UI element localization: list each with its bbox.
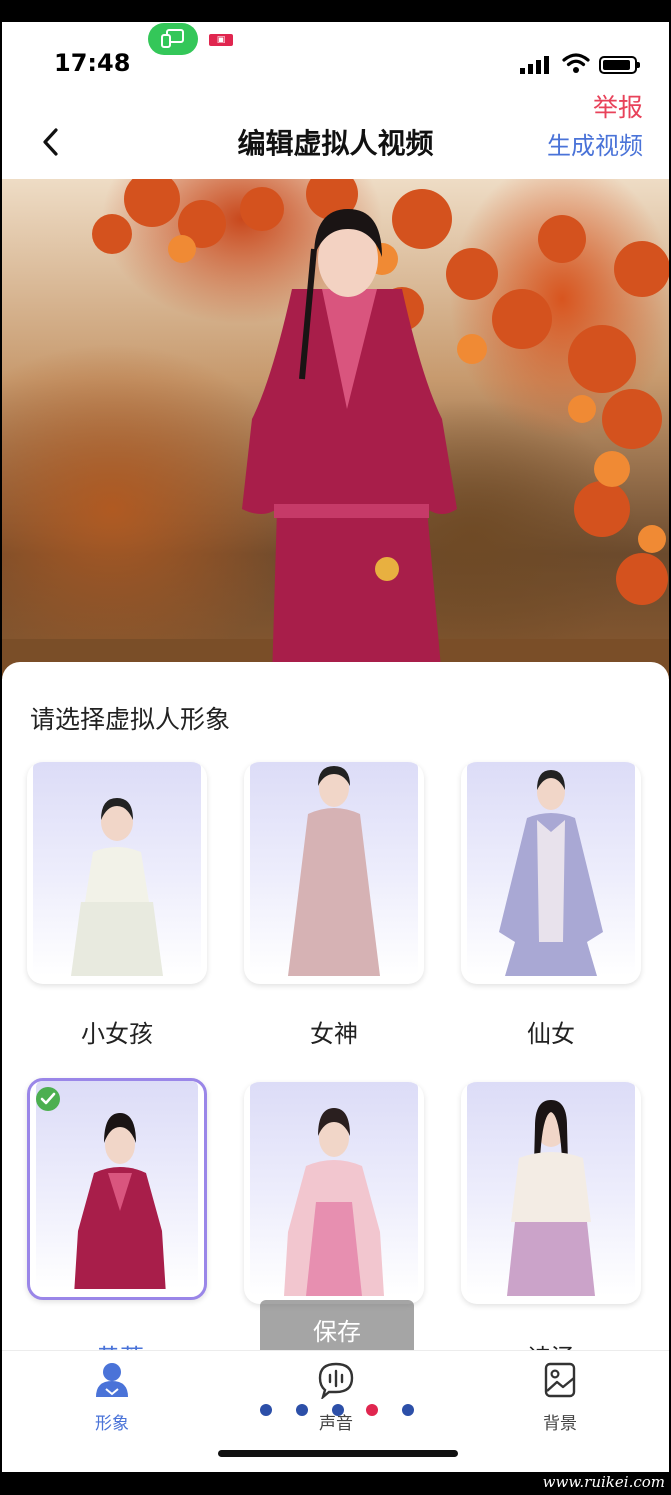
home-indicator[interactable] <box>218 1450 458 1457</box>
avatar-thumbnail <box>467 1082 635 1296</box>
wifi-icon <box>562 53 590 73</box>
screen-cast-icon <box>161 29 184 48</box>
screen-cast-indicator[interactable] <box>148 23 198 55</box>
report-link[interactable]: 举报 <box>593 88 643 124</box>
watermark: www.ruikei.com <box>542 1473 665 1491</box>
tab-label: 形象 <box>95 1414 129 1434</box>
page-dot[interactable] <box>260 1404 272 1416</box>
avatar-card-little-girl[interactable] <box>27 762 207 984</box>
avatar-thumbnail <box>33 762 201 976</box>
page-indicator <box>260 1404 420 1418</box>
sheet-title: 请选择虚拟人形象 <box>30 705 231 734</box>
page-dot-active[interactable] <box>366 1404 378 1416</box>
avatar-card-shihan[interactable] <box>461 1082 641 1304</box>
person-icon <box>96 1363 128 1397</box>
avatar-card-huangrong[interactable] <box>27 1078 207 1300</box>
tab-background[interactable]: 背景 <box>515 1361 605 1434</box>
generate-video-button[interactable]: 生成视频 <box>547 126 643 161</box>
avatar-card-goddess[interactable] <box>244 762 424 984</box>
avatar-thumbnail <box>250 762 418 976</box>
page-dot[interactable] <box>332 1404 344 1416</box>
status-time: 17:48 <box>54 49 131 77</box>
battery-icon <box>599 56 640 74</box>
record-icon: ▣ <box>209 34 233 46</box>
avatar-label: 小女孩 <box>81 1020 153 1048</box>
check-icon <box>36 1087 60 1111</box>
avatar-thumbnail <box>36 1081 198 1289</box>
app-screen: ▣ 17:48 举报 编辑虚拟人视频 生成视频 请选择虚拟人形象 小女孩 女神 … <box>2 22 669 1472</box>
avatar-card-fairy[interactable] <box>461 762 641 984</box>
signal-icon <box>520 56 549 74</box>
avatar-label: 女神 <box>310 1020 358 1048</box>
avatar-thumbnail <box>250 1082 418 1296</box>
preview-scene <box>2 179 669 679</box>
tab-voice[interactable]: 声音 <box>291 1361 381 1434</box>
tab-label: 背景 <box>543 1414 577 1434</box>
avatar-card-hanfu[interactable] <box>244 1082 424 1304</box>
page-dot[interactable] <box>296 1404 308 1416</box>
avatar-preview <box>2 179 669 679</box>
avatar-thumbnail <box>467 762 635 976</box>
voice-icon <box>318 1362 354 1399</box>
page-dot[interactable] <box>402 1404 414 1416</box>
avatar-label: 仙女 <box>527 1020 575 1048</box>
tab-appearance[interactable]: 形象 <box>67 1361 157 1434</box>
image-icon <box>544 1362 576 1398</box>
